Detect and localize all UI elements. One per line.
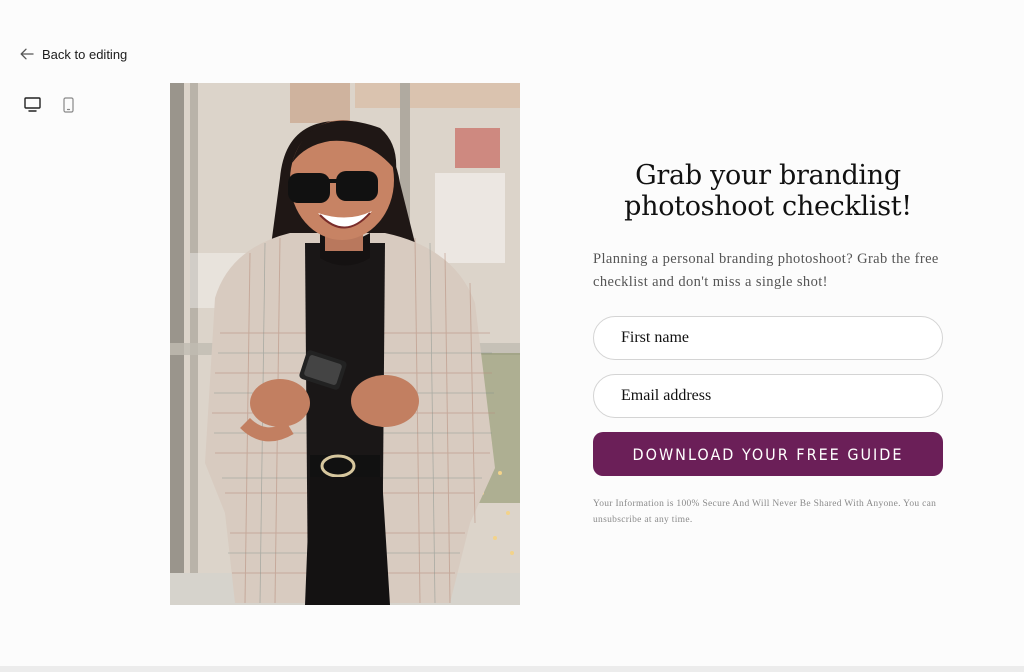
desktop-icon [23, 97, 41, 117]
optin-title: Grab your branding photoshoot checklist! [624, 160, 912, 222]
arrow-left-icon [20, 48, 34, 60]
back-to-editing-label: Back to editing [42, 46, 128, 62]
first-name-placeholder: First name [621, 329, 689, 346]
back-to-editing-link[interactable]: Back to editing [20, 44, 127, 64]
mobile-icon [62, 96, 74, 118]
device-preview-toggle [22, 96, 78, 118]
download-guide-label: DOWNLOAD YOUR FREE GUIDE [632, 444, 904, 464]
bottom-divider [0, 666, 1024, 672]
optin-description: Planning a personal branding photoshoot?… [593, 251, 939, 290]
download-guide-button[interactable]: DOWNLOAD YOUR FREE GUIDE [593, 432, 943, 476]
privacy-disclaimer: Your Information is 100% Secure And Will… [593, 499, 937, 525]
optin-form-panel: Grab your branding photoshoot checklist!… [593, 160, 943, 528]
desktop-preview-button[interactable] [22, 97, 42, 117]
email-placeholder: Email address [621, 387, 712, 404]
email-field[interactable]: Email address [593, 374, 943, 418]
hero-photo [170, 83, 520, 605]
mobile-preview-button[interactable] [58, 96, 78, 118]
first-name-field[interactable]: First name [593, 316, 943, 360]
